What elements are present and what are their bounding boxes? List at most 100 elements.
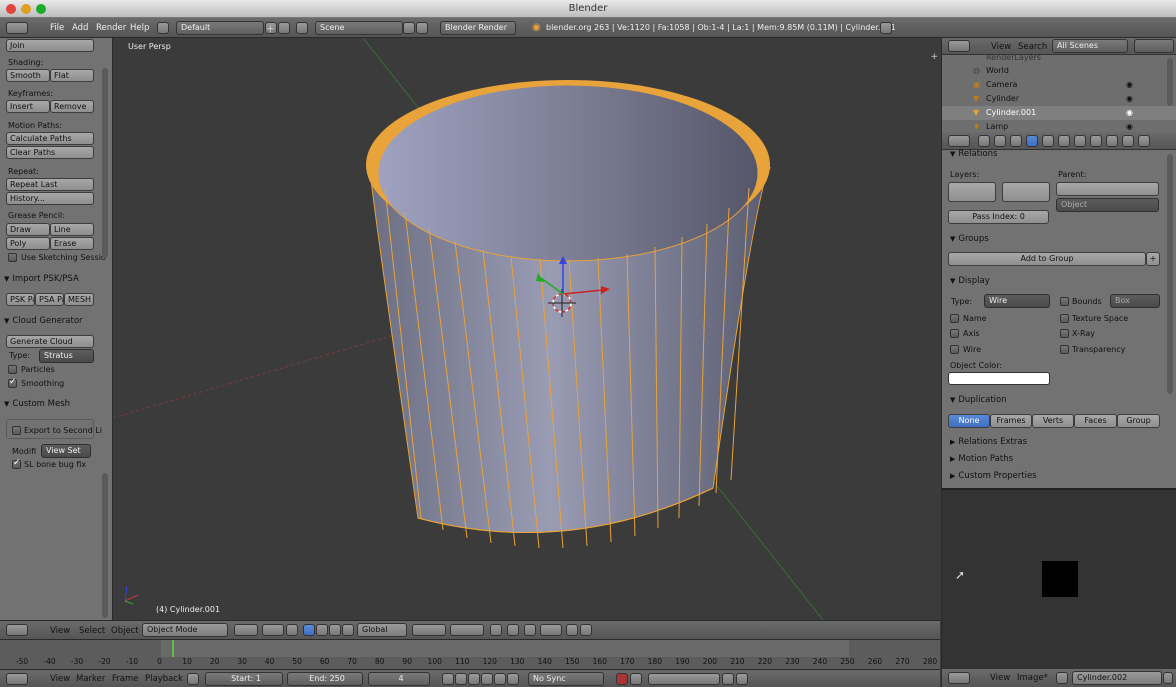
image-browse-icon[interactable] xyxy=(1056,672,1068,684)
record-icon[interactable] xyxy=(616,673,628,685)
viewport-corner-add-icon[interactable]: + xyxy=(930,52,938,62)
timeline-editor-type-icon[interactable] xyxy=(6,673,28,685)
extra-manipulator-icon[interactable] xyxy=(342,624,354,636)
repeat-last-button[interactable]: Repeat Last xyxy=(6,178,94,191)
visibility-eye-icon[interactable]: ◉ xyxy=(1126,106,1133,120)
transparency-checkbox[interactable] xyxy=(1060,345,1069,354)
pass-index-field[interactable]: Pass Index: 0 xyxy=(948,210,1049,224)
scale-manipulator-icon[interactable] xyxy=(329,624,341,636)
layers-grid-a[interactable] xyxy=(948,182,996,202)
grease-line-button[interactable]: Line xyxy=(50,223,94,236)
world-context-icon[interactable] xyxy=(1010,135,1022,147)
generate-cloud-button[interactable]: Generate Cloud xyxy=(6,335,94,348)
rotate-manipulator-icon[interactable] xyxy=(316,624,328,636)
outliner-row-camera[interactable]: ▣ Camera ◉ xyxy=(942,78,1176,92)
join-button[interactable]: Join xyxy=(6,39,94,52)
keying-icon[interactable] xyxy=(187,673,199,685)
show-name-checkbox[interactable] xyxy=(950,314,959,323)
sync-mode-select[interactable]: No Sync xyxy=(528,672,604,686)
menu-render[interactable]: Render xyxy=(96,23,126,33)
fullscreen-icon[interactable] xyxy=(880,22,892,34)
layers-b-icon[interactable] xyxy=(450,624,484,636)
close-window-button[interactable] xyxy=(6,4,16,14)
menu-add[interactable]: Add xyxy=(72,23,88,33)
new-group-button[interactable]: + xyxy=(1146,252,1160,266)
scene-field[interactable]: Scene xyxy=(315,21,403,35)
bounds-type-select[interactable]: Box xyxy=(1110,294,1160,308)
calculate-paths-button[interactable]: Calculate Paths xyxy=(6,132,94,145)
duplication-panel-header[interactable]: ▼ Duplication xyxy=(950,395,1007,405)
particles-checkbox[interactable] xyxy=(8,365,17,374)
image-editor[interactable]: ➚ xyxy=(941,488,1176,669)
grease-erase-button[interactable]: Erase xyxy=(50,237,94,250)
end-frame-field[interactable]: End: 250 xyxy=(287,672,363,686)
remove-keyframe-button[interactable]: Remove xyxy=(50,100,94,113)
dup-group-button[interactable]: Group xyxy=(1117,414,1160,428)
add-scene-icon[interactable] xyxy=(403,22,415,34)
history-button[interactable]: History... xyxy=(6,192,94,205)
physics-context-icon[interactable] xyxy=(1138,135,1150,147)
custom-properties-panel-header[interactable]: ▶ Custom Properties xyxy=(950,471,1037,481)
outliner-row-renderlayers[interactable]: RenderLayers xyxy=(942,51,1176,65)
jump-start-icon[interactable] xyxy=(442,673,454,685)
timeline-menu-view[interactable]: View xyxy=(50,674,70,684)
layers-a-icon[interactable] xyxy=(412,624,446,636)
use-sketching-checkbox[interactable] xyxy=(8,253,17,262)
image-menu-image[interactable]: Image* xyxy=(1017,673,1048,683)
delete-layout-icon[interactable] xyxy=(278,22,290,34)
keyframe-insert-icon[interactable] xyxy=(648,673,720,685)
editor-type-icon[interactable] xyxy=(6,22,28,34)
timeline-editor[interactable]: -50 -40 -30 -20 -10 0 10 20 30 40 50 60 70 80 90 100 110… xyxy=(0,639,940,669)
viewport-editor-type-icon[interactable] xyxy=(6,624,28,636)
display-panel-header[interactable]: ▼ Display xyxy=(950,276,990,286)
prev-keyframe-icon[interactable] xyxy=(455,673,467,685)
view-set-select[interactable]: View Set xyxy=(41,444,91,458)
visibility-eye-icon[interactable]: ◉ xyxy=(1126,92,1133,106)
add-to-group-button[interactable]: Add to Group xyxy=(948,252,1146,266)
grease-draw-button[interactable]: Draw xyxy=(6,223,50,236)
keying-set-icon[interactable] xyxy=(630,673,642,685)
scene-context-icon[interactable] xyxy=(994,135,1006,147)
toolshelf-scrollbar[interactable] xyxy=(102,68,108,258)
texture-space-checkbox[interactable] xyxy=(1060,314,1069,323)
bounds-checkbox[interactable] xyxy=(1060,297,1069,306)
outliner-row-cylinder-001[interactable]: ▼ Cylinder.001 ◉ xyxy=(942,106,1176,120)
timeline-menu-playback[interactable]: Playback xyxy=(145,674,183,684)
minimize-window-button[interactable] xyxy=(21,4,31,14)
properties-editor-type-icon[interactable] xyxy=(948,135,970,147)
image-name-field[interactable]: Cylinder.002 xyxy=(1072,671,1162,685)
object-color-swatch[interactable] xyxy=(948,372,1050,385)
parent-field[interactable] xyxy=(1056,182,1159,196)
menu-help[interactable]: Help xyxy=(130,23,149,33)
opengl-anim-icon[interactable] xyxy=(580,624,592,636)
material-context-icon[interactable] xyxy=(1090,135,1102,147)
keyframe-delete-icon[interactable] xyxy=(722,673,734,685)
outliner-row-world[interactable]: ◍ World xyxy=(942,64,1176,78)
groups-panel-header[interactable]: ▼ Groups xyxy=(950,234,989,244)
cloud-generator-panel-header[interactable]: ▼ Cloud Generator xyxy=(4,316,83,326)
image-editor-type-icon[interactable] xyxy=(948,672,970,684)
toolshelf-lower-scrollbar[interactable] xyxy=(102,473,108,618)
timeline-menu-marker[interactable]: Marker xyxy=(76,674,105,684)
manipulator-toggle-icon[interactable] xyxy=(286,624,298,636)
image-menu-view[interactable]: View xyxy=(990,673,1010,683)
show-wire-checkbox[interactable] xyxy=(950,345,959,354)
3d-viewport[interactable]: User Persp (4) Cylinder.001 + xyxy=(113,38,940,620)
pivot-point-icon[interactable] xyxy=(262,624,284,636)
particles-context-icon[interactable] xyxy=(1122,135,1134,147)
relations-panel-header[interactable]: ▼ Relations xyxy=(950,149,997,159)
properties-scrollbar[interactable] xyxy=(1167,154,1173,394)
xray-checkbox[interactable] xyxy=(1060,329,1069,338)
dup-verts-button[interactable]: Verts xyxy=(1032,414,1074,428)
zoom-window-button[interactable] xyxy=(36,4,46,14)
cloud-type-select[interactable]: Stratus xyxy=(39,349,94,363)
screen-layout-field[interactable]: Default xyxy=(176,21,264,35)
start-frame-field[interactable]: Start: 1 xyxy=(205,672,283,686)
keyframe-clear-icon[interactable] xyxy=(736,673,748,685)
orientation-select[interactable]: Global xyxy=(357,623,407,637)
translate-manipulator-icon[interactable] xyxy=(303,624,315,636)
dup-none-button[interactable]: None xyxy=(948,414,990,428)
relations-extras-panel-header[interactable]: ▶ Relations Extras xyxy=(950,437,1027,447)
proportional-edit-icon[interactable] xyxy=(507,624,519,636)
render-context-icon[interactable] xyxy=(978,135,990,147)
